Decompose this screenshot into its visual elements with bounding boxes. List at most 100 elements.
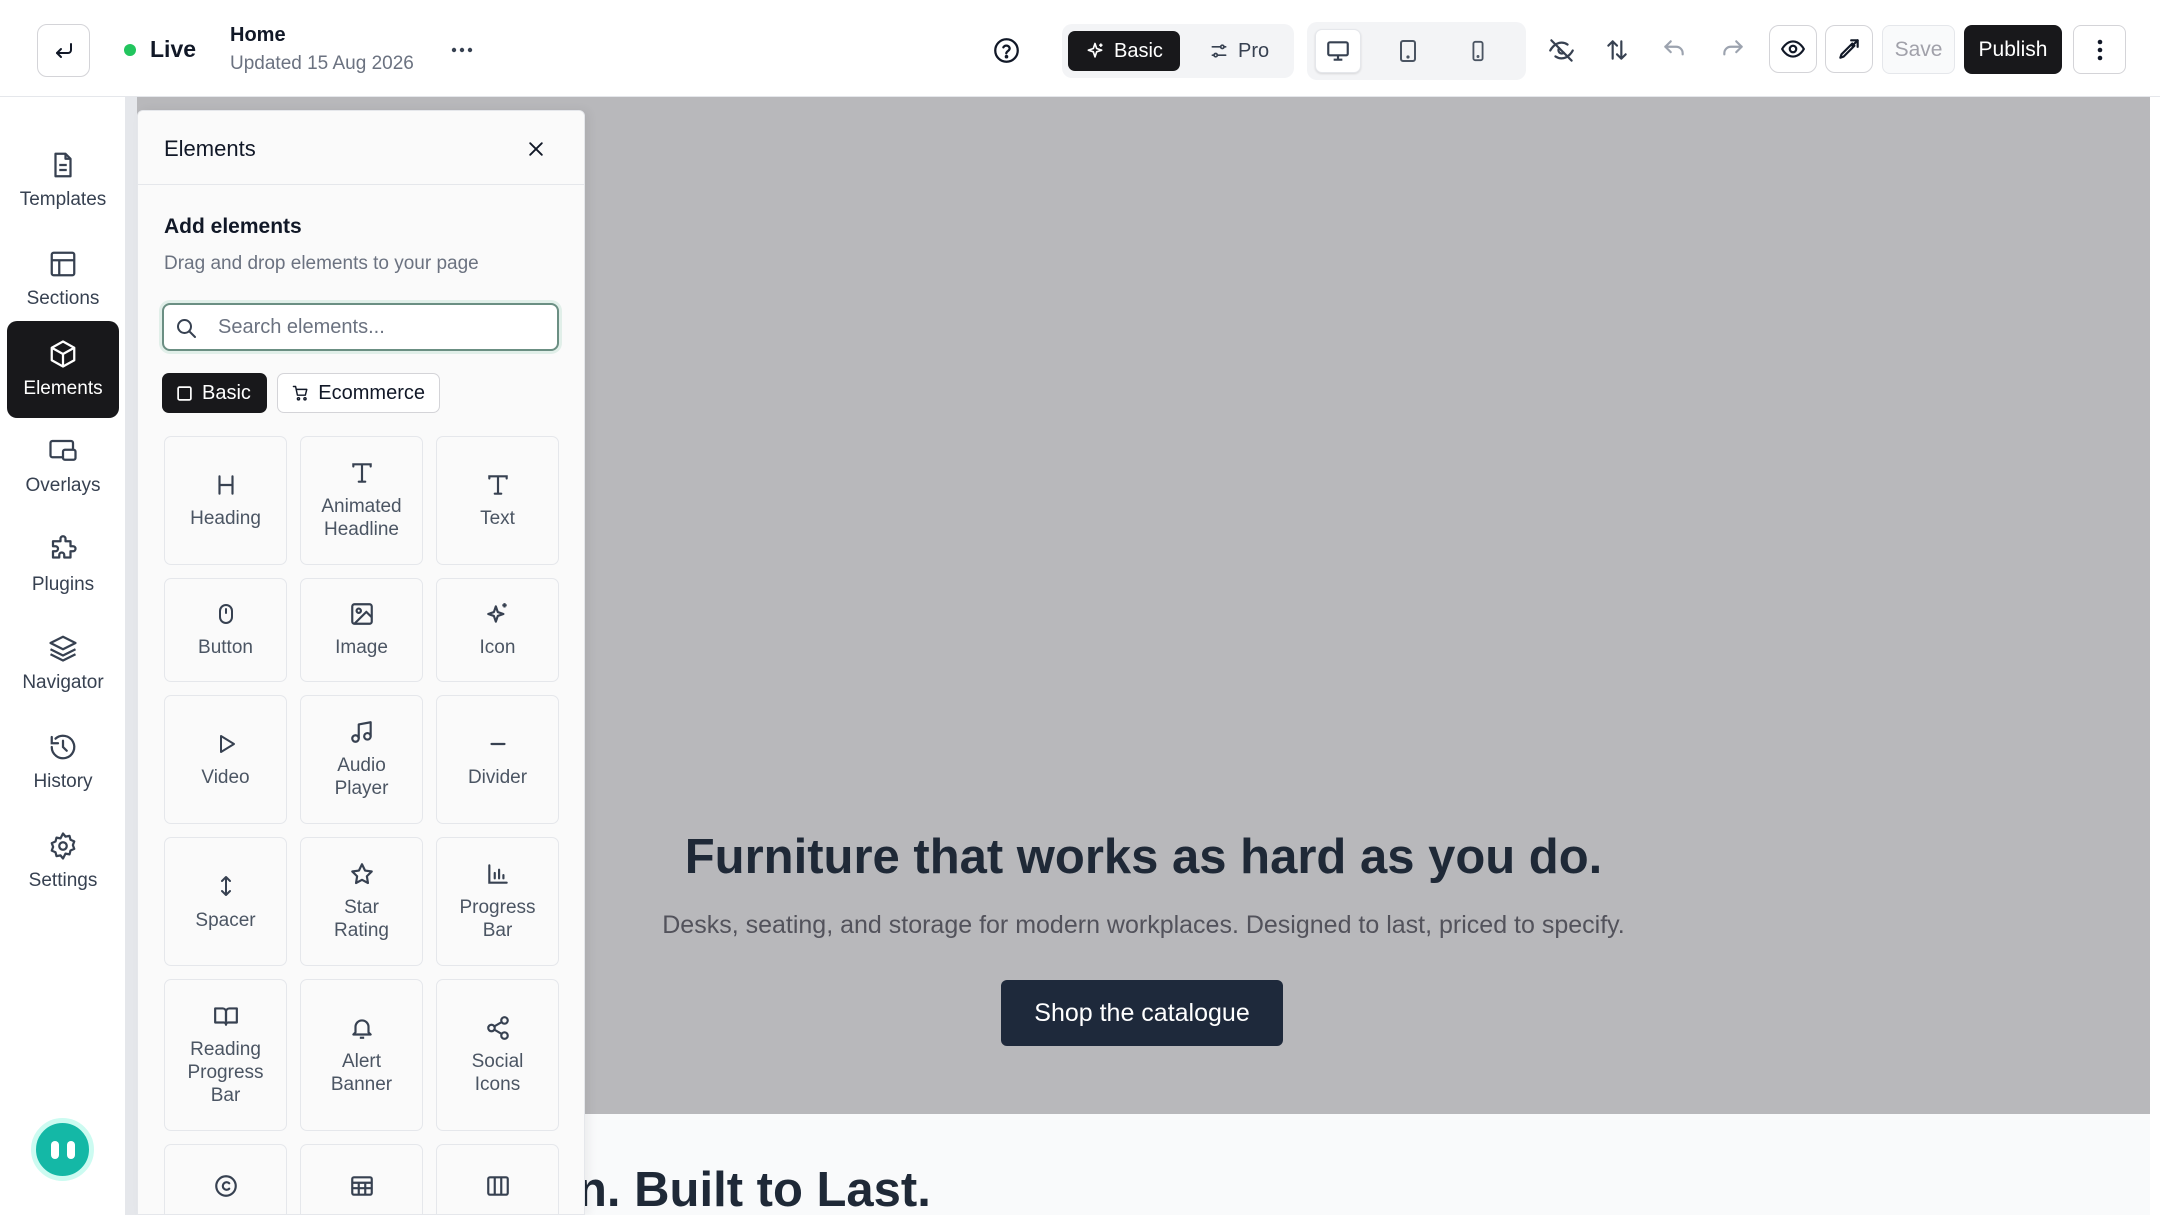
more-horizontal-icon <box>451 47 473 53</box>
mobile-view-button[interactable] <box>1455 29 1501 73</box>
history-icon <box>50 734 76 760</box>
element-tile-table[interactable] <box>300 1144 423 1214</box>
element-tile-spacer[interactable]: Spacer <box>164 837 287 966</box>
page-options-button[interactable] <box>444 30 480 70</box>
square-icon <box>177 385 192 401</box>
assistant-bubble[interactable] <box>31 1118 94 1181</box>
bar-chart-icon <box>487 864 508 884</box>
music-icon <box>350 721 372 743</box>
mouse-icon <box>218 604 233 624</box>
element-tile-text[interactable]: Text <box>436 436 559 565</box>
close-panel-button[interactable] <box>516 129 556 169</box>
gear-icon <box>50 832 76 860</box>
tile-label: Audio Player <box>334 755 389 799</box>
play-icon <box>219 734 235 753</box>
tile-label: Alert Banner <box>330 1050 393 1095</box>
text-icon <box>351 463 372 483</box>
reorder-button[interactable] <box>1597 30 1637 70</box>
category-basic-tab[interactable]: Basic <box>162 373 267 413</box>
element-tile-image[interactable]: Image <box>300 578 423 682</box>
search-input[interactable] <box>218 313 538 341</box>
element-tile-divider[interactable]: Divider <box>436 695 559 824</box>
mode-basic-button[interactable]: Basic <box>1068 31 1180 71</box>
mode-basic-label: Basic <box>1114 39 1163 62</box>
tile-label: Divider <box>467 766 528 788</box>
next-section-title[interactable]: n. Built to Last. <box>577 1162 931 1215</box>
category-basic-label: Basic <box>202 381 251 404</box>
element-tile-button[interactable]: Button <box>164 578 287 682</box>
element-tile-video[interactable]: Video <box>164 695 287 824</box>
cube-icon <box>50 340 76 368</box>
preview-button[interactable] <box>1769 25 1817 73</box>
rail-item-navigator[interactable]: Navigator <box>7 615 119 712</box>
overlay-icon <box>49 439 77 461</box>
table-icon <box>350 1176 373 1196</box>
publish-button[interactable]: Publish <box>1964 25 2062 74</box>
panel-title: Elements <box>164 136 256 161</box>
text-icon <box>487 474 508 495</box>
rail-item-settings[interactable]: Settings <box>7 813 119 910</box>
element-tile-copyright[interactable] <box>164 1144 287 1214</box>
tile-label: Text <box>480 507 515 529</box>
layers-icon <box>49 635 77 662</box>
element-tile-animated-headline[interactable]: Animated Headline <box>300 436 423 565</box>
tile-label: Reading Progress Bar <box>187 1039 264 1106</box>
back-button[interactable] <box>37 24 90 77</box>
live-label: Live <box>150 36 197 62</box>
tile-label: Animated Headline <box>321 496 402 540</box>
tablet-view-button[interactable] <box>1385 29 1431 73</box>
redo-icon <box>1723 40 1743 56</box>
help-button[interactable] <box>986 30 1026 70</box>
element-tile-social-icons[interactable]: Social Icons <box>436 979 559 1131</box>
canvas-gutter <box>125 97 137 1215</box>
vertical-arrows-icon <box>220 875 231 896</box>
sort-arrows-icon <box>1607 40 1627 60</box>
rail-item-history[interactable]: History <box>7 714 119 811</box>
hero-cta-button[interactable]: Shop the catalogue <box>1001 980 1283 1046</box>
minus-icon <box>489 742 506 745</box>
sparkle-icon <box>486 603 507 623</box>
tile-label: Social Icons <box>471 1050 524 1095</box>
element-tile-audio-player[interactable]: Audio Player <box>300 695 423 824</box>
file-icon <box>54 152 72 178</box>
tile-label: Button <box>198 637 253 658</box>
rail-item-overlays[interactable]: Overlays <box>7 418 119 515</box>
editor-mode-toggle: Basic Pro <box>1062 24 1294 78</box>
element-tile-reading-progress-bar[interactable]: Reading Progress Bar <box>164 979 287 1131</box>
undo-button[interactable] <box>1654 30 1694 70</box>
category-ecommerce-tab[interactable]: Ecommerce <box>277 373 440 413</box>
mobile-icon <box>1472 40 1484 62</box>
more-options-button[interactable] <box>2073 25 2126 74</box>
rail-item-plugins[interactable]: Plugins <box>7 517 119 614</box>
element-tile-icon[interactable]: Icon <box>436 578 559 682</box>
ai-edit-button[interactable] <box>1825 25 1873 73</box>
element-tile-heading[interactable]: Heading <box>164 436 287 565</box>
more-vertical-icon <box>2097 39 2102 60</box>
tile-label: Image <box>335 637 388 658</box>
rail-item-templates[interactable]: Templates <box>7 132 119 229</box>
rail-item-sections[interactable]: Sections <box>7 231 119 328</box>
tile-label: Progress Bar <box>459 897 536 941</box>
search-icon <box>177 319 196 338</box>
rail-label-plugins: Plugins <box>31 574 95 595</box>
save-button[interactable]: Save <box>1882 25 1955 74</box>
rail-label-sections: Sections <box>26 288 100 309</box>
element-tile-star-rating[interactable]: Star Rating <box>300 837 423 966</box>
sparkle-icon <box>1087 42 1103 58</box>
element-tile-alert-banner[interactable]: Alert Banner <box>300 979 423 1131</box>
heading-icon <box>217 474 234 495</box>
mode-pro-label: Pro <box>1238 39 1270 62</box>
element-tile-progress-bar[interactable]: Progress Bar <box>436 837 559 966</box>
element-tile-columns[interactable] <box>436 1144 559 1214</box>
help-icon <box>993 37 1019 63</box>
left-rail: Templates Sections Elements Overlays Plu… <box>0 110 125 1215</box>
mode-pro-button[interactable]: Pro <box>1192 31 1286 71</box>
hide-elements-button[interactable] <box>1541 30 1581 70</box>
rail-item-elements[interactable]: Elements <box>7 321 119 418</box>
copyright-icon <box>214 1175 237 1197</box>
desktop-view-button[interactable] <box>1315 29 1361 73</box>
image-icon <box>350 603 373 625</box>
redo-button[interactable] <box>1713 30 1753 70</box>
page-title: Home <box>230 24 286 46</box>
columns-icon <box>486 1176 509 1196</box>
